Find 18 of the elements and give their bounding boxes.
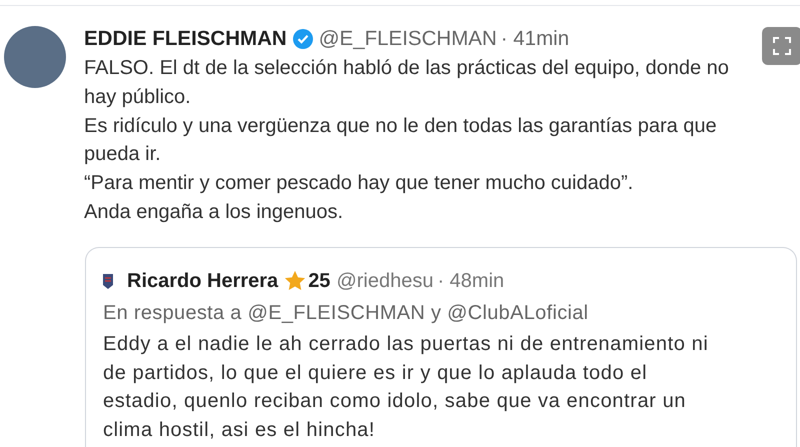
tweet-paragraph: “Para mentir y comer pescado hay que tener mucho cuidado”. [84,171,634,196]
quoted-author-handle[interactable]: @riedhesu [336,268,434,294]
star-icon [284,270,306,292]
quoted-tweet-time: · 48min [437,269,504,294]
quoted-tweet-card[interactable] [85,247,797,447]
tweet-paragraph: Anda engaña a los ingenuos. [84,200,344,225]
tweet-paragraph: FALSO. El dt de la selección habló de las prácticas del equipo, donde no hay público. [84,56,730,110]
star-count: 25 [308,269,330,294]
tweet-time[interactable]: · 41min [500,26,570,52]
quoted-author-name[interactable]: Ricardo Herrera [127,268,278,294]
expand-button[interactable] [762,27,800,65]
tweet-paragraph: Es ridículo y una vergüenza que no le den todas las garantías para que pueda ir. [84,114,718,168]
author-name[interactable]: EDDIE FLEISCHMAN [84,26,287,52]
shield-icon [103,273,113,289]
reply-context: En respuesta a @E_FLEISCHMAN y @ClubALoficial [103,301,590,326]
quoted-tweet-text: Eddy a el nadie le ah cerrado las puertas ni de entrenamiento ni de partidos, lo que el quiere es ir y que lo aplauda todo el estadio, quenlo reciban como idolo, sabe que va encontrar un clima hostil, asi es el hincha! [103,332,710,442]
expand-icon [773,37,791,55]
author-handle[interactable]: @E_FLEISCHMAN [318,26,497,52]
